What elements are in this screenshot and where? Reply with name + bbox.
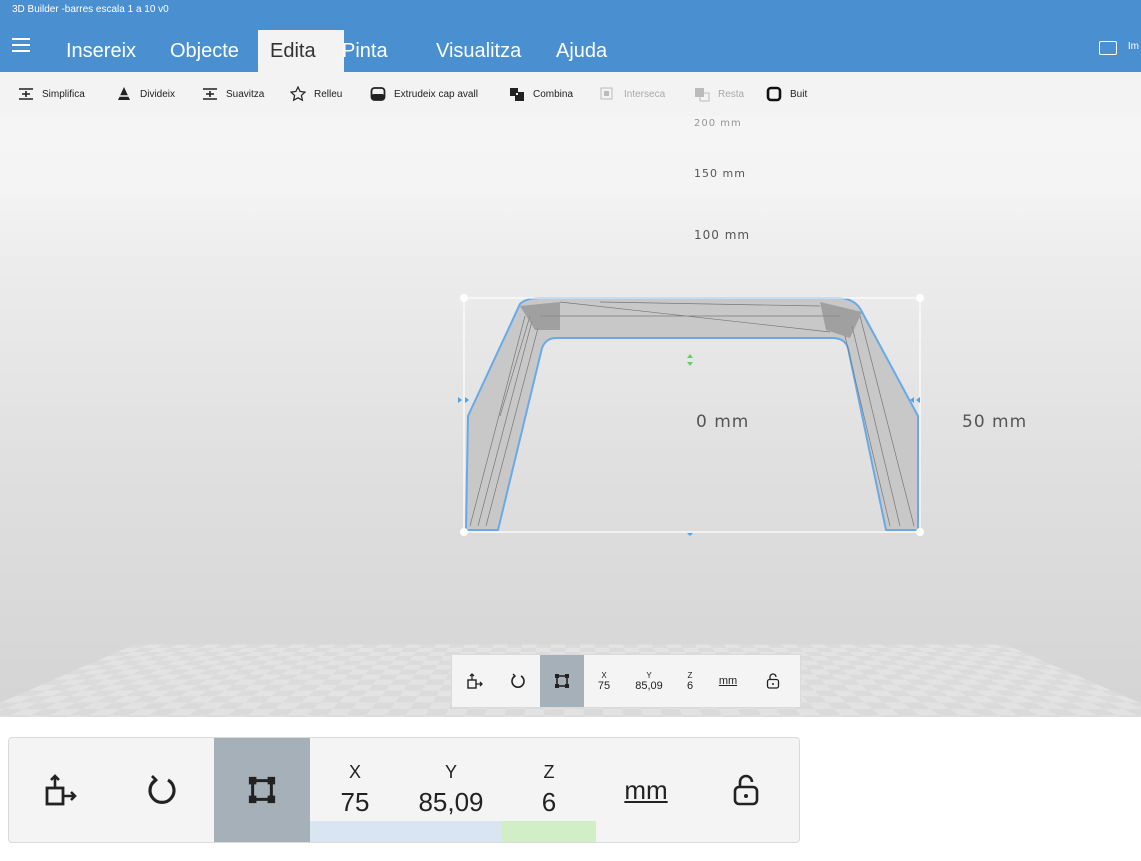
unlock-icon xyxy=(766,673,780,689)
intersect-label: Interseca xyxy=(624,88,666,100)
tab-visualitza[interactable]: Visualitza xyxy=(424,30,533,72)
move-z-handle-icon[interactable] xyxy=(687,354,693,366)
edit-ribbon: Simplifica Divideix Suavitza Relleu Extr… xyxy=(0,72,1141,117)
transform-toolbar-zoomed: X 75 Y 85,09 Z 6 mm xyxy=(8,737,800,843)
unit-selector[interactable]: mm xyxy=(706,655,750,707)
unlock-icon xyxy=(733,774,759,806)
emboss-label: Relleu xyxy=(314,88,343,100)
y-value: 85,09 xyxy=(635,679,663,692)
rotate-icon xyxy=(147,775,176,804)
smooth-icon xyxy=(203,88,217,100)
selection-handle[interactable] xyxy=(916,294,924,302)
extrude-down-icon xyxy=(370,87,386,101)
x-coordinate[interactable]: X 75 xyxy=(584,655,624,707)
z-coordinate[interactable]: Z 6 xyxy=(674,655,706,707)
extrude-down-label: Extrudeix cap avall xyxy=(394,88,478,100)
intersect-button[interactable]: Interseca xyxy=(600,72,665,116)
y-coordinate[interactable]: Y 85,09 xyxy=(400,738,502,842)
x-label: X xyxy=(601,670,607,680)
move-icon xyxy=(45,774,77,806)
tab-objecte[interactable]: Objecte xyxy=(158,30,251,72)
title-bar: 3D Builder -barres escala 1 a 10 v0 Inse… xyxy=(0,0,1141,72)
hamburger-menu-icon[interactable] xyxy=(12,38,30,52)
z-label: Z xyxy=(687,670,693,680)
x-value: 75 xyxy=(340,787,370,817)
transform-toolbar: X 75 Y 85,09 Z 6 mm xyxy=(451,654,801,708)
selection-handle[interactable] xyxy=(460,294,468,302)
simplify-button[interactable]: Simplifica xyxy=(18,72,85,116)
scale-icon xyxy=(555,674,569,688)
combine-icon xyxy=(510,88,524,101)
header-right-label[interactable]: Im xyxy=(1128,41,1139,52)
hollow-icon xyxy=(766,86,782,102)
z-label: Z xyxy=(543,762,555,782)
rotate-icon xyxy=(511,673,525,688)
lock-button[interactable] xyxy=(696,738,796,842)
move-icon xyxy=(467,673,483,689)
scale-icon xyxy=(248,776,276,804)
tab-pinta[interactable]: Pinta xyxy=(330,30,400,72)
star-icon xyxy=(290,86,306,102)
split-button[interactable]: Divideix xyxy=(116,72,175,116)
extrude-down-button[interactable]: Extrudeix cap avall xyxy=(370,72,478,116)
tab-ajuda[interactable]: Ajuda xyxy=(544,30,619,72)
selection-handle[interactable] xyxy=(460,528,468,536)
combine-label: Combina xyxy=(533,88,574,100)
model-canvas xyxy=(458,294,924,536)
simplify-icon xyxy=(19,88,33,100)
simplify-label: Simplifica xyxy=(42,88,85,100)
hollow-button[interactable]: Buit xyxy=(766,72,807,116)
move-button[interactable] xyxy=(9,738,109,842)
scale-button[interactable] xyxy=(214,738,310,842)
hollow-label: Buit xyxy=(790,88,808,100)
z-value: 6 xyxy=(686,679,694,692)
unit-selector[interactable]: mm xyxy=(596,738,696,842)
x-value: 75 xyxy=(597,679,611,692)
window-title: 3D Builder -barres escala 1 a 10 v0 xyxy=(12,4,169,15)
subtract-icon xyxy=(695,88,710,102)
y-coordinate[interactable]: Y 85,09 xyxy=(624,655,674,707)
emboss-button[interactable]: Relleu xyxy=(290,72,342,116)
lock-button[interactable] xyxy=(750,655,796,707)
move-button[interactable] xyxy=(452,655,496,707)
split-label: Divideix xyxy=(140,88,176,100)
split-icon xyxy=(117,87,131,100)
selection-handle[interactable] xyxy=(916,528,924,536)
selected-model[interactable] xyxy=(464,297,919,531)
z-coordinate[interactable]: Z 6 xyxy=(502,738,596,842)
x-label: X xyxy=(348,762,361,782)
rotate-button[interactable] xyxy=(109,738,214,842)
x-coordinate[interactable]: X 75 xyxy=(310,738,400,842)
y-value: 85,09 xyxy=(418,787,484,817)
3d-viewport[interactable]: 200 mm 150 mm 100 mm 0 mm 50 mm X 75 Y 8… xyxy=(0,116,1141,717)
subtract-label: Resta xyxy=(718,88,745,100)
intersect-icon xyxy=(600,87,613,100)
import-icon[interactable] xyxy=(1099,41,1117,55)
z-value: 6 xyxy=(541,787,557,817)
smooth-label: Suavitza xyxy=(226,88,265,100)
smooth-button[interactable]: Suavitza xyxy=(202,72,264,116)
scale-button[interactable] xyxy=(540,655,584,707)
combine-button[interactable]: Combina xyxy=(509,72,573,116)
y-label: Y xyxy=(444,762,457,782)
y-label: Y xyxy=(646,670,652,680)
scale-front-handle-icon[interactable] xyxy=(687,533,693,536)
subtract-button[interactable]: Resta xyxy=(694,72,744,116)
zoomed-panel: X 75 Y 85,09 Z 6 mm xyxy=(0,717,1141,861)
tab-insereix[interactable]: Insereix xyxy=(54,30,148,72)
rotate-button[interactable] xyxy=(496,655,540,707)
